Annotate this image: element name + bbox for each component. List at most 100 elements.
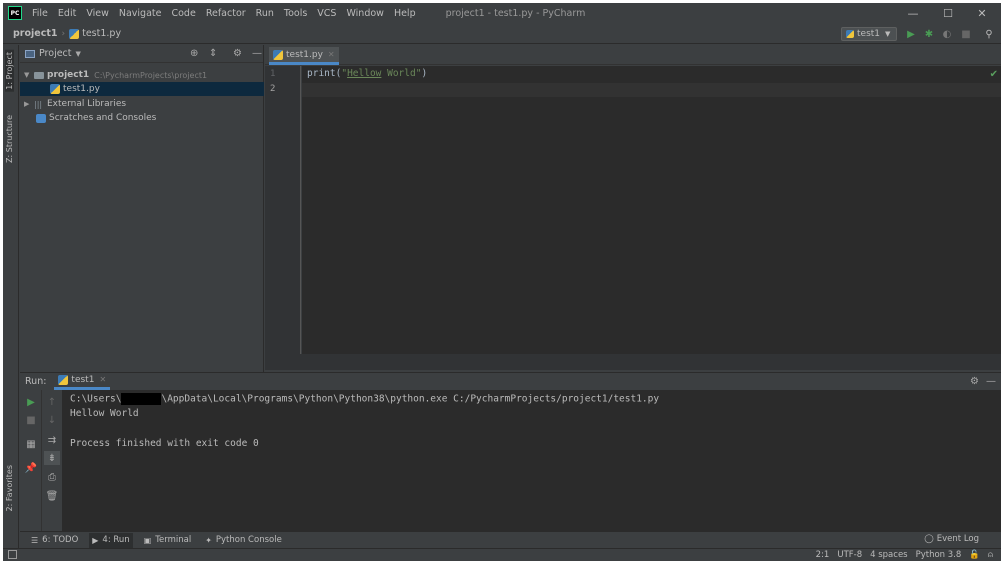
tab-project-tool[interactable]: 1: Project bbox=[5, 50, 14, 92]
python-interpreter[interactable]: Python 3.8 bbox=[916, 550, 962, 560]
breadcrumb-separator-icon: › bbox=[61, 28, 66, 39]
close-tab-icon[interactable]: ✕ bbox=[99, 375, 106, 384]
todo-tool-button[interactable]: ☰ 6: TODO bbox=[28, 533, 81, 548]
left-tool-strip: 1: Project Z: Structure 2: Favorites bbox=[3, 45, 19, 549]
cursor-position[interactable]: 2:1 bbox=[816, 550, 830, 560]
pin-tab-icon[interactable]: 📌 bbox=[23, 461, 39, 475]
pycharm-logo-icon: PC bbox=[8, 6, 22, 20]
menu-tools[interactable]: Tools bbox=[284, 8, 307, 19]
close-window-button[interactable]: ✕ bbox=[966, 3, 998, 23]
rerun-icon[interactable]: ▶ bbox=[23, 395, 39, 409]
terminal-label: Terminal bbox=[155, 535, 192, 545]
tree-item-test1-file[interactable]: test1.py bbox=[20, 82, 264, 96]
gear-icon[interactable]: ⚙ bbox=[233, 48, 242, 59]
python-config-icon bbox=[58, 374, 69, 385]
run-configuration-label: test1 bbox=[857, 29, 881, 39]
terminal-tool-button[interactable]: ▣ Terminal bbox=[141, 533, 194, 548]
project-panel: Project ▼ ⊕ ⇕ ⚙ — ▼ project1 C:\PycharmP… bbox=[20, 45, 264, 372]
breadcrumb-file[interactable]: test1.py bbox=[82, 28, 121, 39]
chevron-down-icon[interactable]: ▼ bbox=[76, 50, 81, 58]
collapse-all-icon[interactable]: ⇕ bbox=[209, 48, 217, 59]
toggle-tool-windows-icon[interactable] bbox=[8, 550, 17, 559]
coverage-icon[interactable]: ◐ bbox=[941, 28, 953, 40]
lock-icon[interactable]: 🔓 bbox=[969, 550, 980, 560]
project-name: project1 bbox=[47, 70, 90, 80]
debug-icon[interactable]: ✱ bbox=[923, 28, 935, 40]
event-log-button[interactable]: ◯ Event Log bbox=[924, 534, 979, 544]
tab-favorites-tool[interactable]: 2: Favorites bbox=[5, 465, 14, 511]
console-cmd-prefix: C:\Users\ bbox=[70, 393, 122, 405]
run-panel-label: Run: bbox=[25, 375, 47, 387]
run-tool-button[interactable]: ▶ 4: Run bbox=[89, 532, 133, 548]
print-icon[interactable]: ⎙ bbox=[44, 470, 60, 484]
code-string-rest: World" bbox=[381, 68, 422, 79]
run-toolbar-secondary: ↑ ↓ ⇉ ⇟ ⎙ 🗑 bbox=[42, 390, 62, 531]
arrow-down-icon[interactable]: ↓ bbox=[44, 413, 60, 427]
console-output-line: Hellow World bbox=[70, 408, 139, 419]
file-name: test1.py bbox=[63, 84, 100, 94]
run-tab-label: test1 bbox=[71, 374, 95, 385]
expand-caret-icon[interactable]: ▶ bbox=[24, 100, 34, 108]
expand-caret-icon[interactable]: ▼ bbox=[24, 71, 34, 79]
redacted-username bbox=[121, 393, 162, 405]
console-command-line: C:\Users\ \AppData\Local\Programs\Python\… bbox=[70, 393, 993, 408]
editor-tab-test1[interactable]: test1.py ✕ bbox=[269, 47, 339, 65]
locate-file-icon[interactable]: ⊕ bbox=[190, 48, 198, 59]
hide-panel-icon[interactable]: — bbox=[252, 48, 262, 59]
run-panel-header: Run: test1 ✕ ⚙ — bbox=[20, 372, 1001, 390]
maximize-button[interactable]: ☐ bbox=[932, 3, 964, 23]
python-console-tool-button[interactable]: ✦ Python Console bbox=[202, 533, 285, 548]
project-path: C:\PycharmProjects\project1 bbox=[94, 70, 208, 80]
layout-icon[interactable]: ▦ bbox=[23, 437, 39, 451]
indent-setting[interactable]: 4 spaces bbox=[870, 550, 907, 560]
soft-wrap-icon[interactable]: ⇉ bbox=[44, 433, 60, 447]
code-editor[interactable]: print("Hellow World") ✔ bbox=[302, 66, 1001, 354]
menu-help[interactable]: Help bbox=[394, 8, 416, 19]
menu-vcs[interactable]: VCS bbox=[317, 8, 336, 19]
tree-item-project[interactable]: ▼ project1 C:\PycharmProjects\project1 bbox=[20, 68, 264, 82]
gear-icon[interactable]: ⚙ bbox=[970, 376, 979, 387]
run-icon[interactable]: ▶ bbox=[905, 28, 917, 40]
tree-item-external-libraries[interactable]: ▶ ||| External Libraries bbox=[20, 97, 264, 111]
breadcrumb-project[interactable]: project1 bbox=[13, 28, 58, 39]
run-console-output[interactable]: C:\Users\ \AppData\Local\Programs\Python\… bbox=[62, 390, 1001, 531]
hide-panel-icon[interactable]: — bbox=[986, 376, 996, 387]
menu-navigate[interactable]: Navigate bbox=[119, 8, 162, 19]
stop-icon[interactable]: ■ bbox=[23, 413, 39, 427]
library-icon: ||| bbox=[34, 99, 43, 109]
console-cmd-suffix: \AppData\Local\Programs\Python\Python38\… bbox=[161, 393, 660, 405]
search-icon[interactable]: ⚲ bbox=[983, 28, 995, 40]
menu-edit[interactable]: Edit bbox=[58, 8, 76, 19]
editor-tab-bar: test1.py ✕ bbox=[265, 45, 1001, 65]
scroll-to-end-icon[interactable]: ⇟ bbox=[44, 451, 60, 465]
tab-structure-tool[interactable]: Z: Structure bbox=[5, 115, 14, 163]
project-view-select[interactable]: Project bbox=[39, 48, 72, 59]
menu-run[interactable]: Run bbox=[256, 8, 274, 19]
run-tab-test1[interactable]: test1 ✕ bbox=[54, 373, 111, 390]
minimize-button[interactable]: — bbox=[897, 3, 929, 23]
trash-icon[interactable]: 🗑 bbox=[44, 489, 60, 503]
status-bar: 2:1 UTF-8 4 spaces Python 3.8 🔓 ⍝ bbox=[3, 548, 1001, 561]
inspector-icon[interactable]: ⍝ bbox=[988, 550, 993, 560]
event-log-label: Event Log bbox=[936, 534, 979, 544]
menu-bar: PC File Edit View Navigate Code Refactor… bbox=[3, 3, 1001, 23]
code-line: print("Hellow World") bbox=[307, 68, 427, 79]
menu-view[interactable]: View bbox=[86, 8, 109, 19]
editor-horizontal-scrollbar[interactable] bbox=[265, 354, 1001, 370]
file-encoding[interactable]: UTF-8 bbox=[837, 550, 862, 560]
stop-icon[interactable]: ■ bbox=[960, 28, 972, 40]
tree-item-scratches[interactable]: Scratches and Consoles bbox=[20, 111, 264, 125]
project-view-icon bbox=[25, 49, 35, 58]
python-config-icon bbox=[846, 30, 854, 38]
close-tab-icon[interactable]: ✕ bbox=[328, 50, 335, 59]
project-panel-header: Project ▼ ⊕ ⇕ ⚙ — bbox=[20, 45, 263, 63]
python-console-label: Python Console bbox=[215, 535, 282, 545]
menu-code[interactable]: Code bbox=[171, 8, 195, 19]
inspection-ok-icon[interactable]: ✔ bbox=[990, 69, 998, 80]
menu-file[interactable]: File bbox=[32, 8, 48, 19]
run-configuration-select[interactable]: test1 ▼ bbox=[841, 27, 897, 41]
menu-refactor[interactable]: Refactor bbox=[206, 8, 246, 19]
arrow-up-icon[interactable]: ↑ bbox=[44, 395, 60, 409]
run-toolbar-primary: ▶ ■ ▦ 📌 bbox=[20, 390, 42, 531]
menu-window[interactable]: Window bbox=[346, 8, 383, 19]
